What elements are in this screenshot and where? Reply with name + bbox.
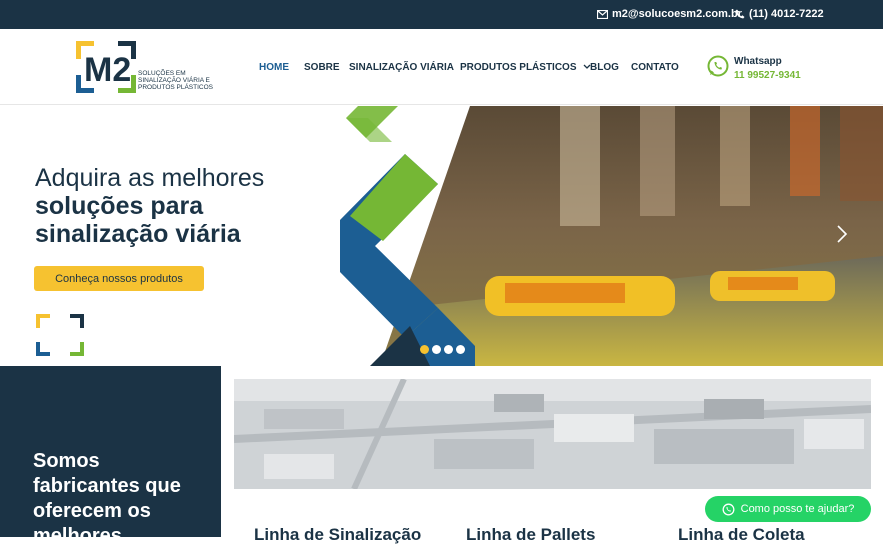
about-heading: Somos fabricantes que oferecem os melhor… bbox=[33, 450, 181, 547]
about-panel: Somos fabricantes que oferecem os melhor… bbox=[0, 366, 221, 547]
hero-title-line1: Adquira as melhores bbox=[35, 164, 265, 192]
phone-icon bbox=[735, 9, 745, 19]
nav-contato[interactable]: CONTATO bbox=[631, 62, 679, 73]
phone-text: (11) 4012-7222 bbox=[749, 8, 824, 20]
m2-logo-mark: M2 bbox=[76, 41, 136, 93]
hero-title-line3: sinalização viária bbox=[35, 220, 241, 248]
brand-frame-icon bbox=[36, 314, 84, 356]
hero-title-line2: soluções para bbox=[35, 192, 204, 220]
slider-next-arrow[interactable] bbox=[836, 224, 848, 250]
nav-sinalizacao[interactable]: SINALIZAÇÃO VIÁRIA bbox=[349, 62, 454, 73]
email-link[interactable]: m2@solucoesm2.com.br bbox=[597, 8, 742, 20]
chat-button-label: Como posso te ajudar? bbox=[740, 503, 855, 515]
site-header: M2 SOLUÇÕES EM SINALIZAÇÃO VIÁRIA E PROD… bbox=[0, 29, 883, 112]
nav-sobre[interactable]: SOBRE bbox=[304, 62, 340, 73]
email-text: m2@solucoesm2.com.br bbox=[612, 8, 742, 20]
nav-blog[interactable]: BLOG bbox=[590, 62, 619, 73]
slider-dot[interactable] bbox=[444, 345, 453, 354]
slider-dot[interactable] bbox=[420, 345, 429, 354]
site-logo[interactable]: M2 SOLUÇÕES EM SINALIZAÇÃO VIÁRIA E PROD… bbox=[76, 41, 226, 93]
nav-home[interactable]: HOME bbox=[259, 62, 289, 73]
factory-illustration bbox=[234, 379, 871, 489]
whatsapp-chat-button[interactable]: Como posso te ajudar? bbox=[705, 496, 871, 522]
slider-dot[interactable] bbox=[432, 345, 441, 354]
factory-aerial-image bbox=[234, 379, 871, 489]
whatsapp-icon bbox=[722, 503, 735, 515]
product-line-pallets[interactable]: Linha de Pallets bbox=[466, 525, 595, 545]
product-line-coleta[interactable]: Linha de Coleta bbox=[678, 525, 805, 545]
slider-dots bbox=[420, 345, 465, 354]
logo-letter: M2 bbox=[84, 51, 131, 89]
hero-slider: Adquira as melhores soluções para sinali… bbox=[0, 106, 883, 366]
product-line-sinalizacao[interactable]: Linha de Sinalização bbox=[254, 525, 421, 545]
whatsapp-title: Whatsapp bbox=[734, 56, 782, 67]
whatsapp-icon bbox=[707, 55, 729, 77]
logo-tagline: SOLUÇÕES EM SINALIZAÇÃO VIÁRIA E PRODUTO… bbox=[138, 70, 214, 91]
nav-produtos[interactable]: PRODUTOS PLÁSTICOS bbox=[460, 62, 591, 73]
nav-produtos-label: PRODUTOS PLÁSTICOS bbox=[460, 62, 577, 73]
whatsapp-number: 11 99527-9341 bbox=[734, 70, 801, 81]
products-cta-button[interactable]: Conheça nossos produtos bbox=[34, 266, 204, 291]
top-bar: m2@solucoesm2.com.br (11) 4012-7222 bbox=[0, 0, 883, 29]
chevron-right-icon bbox=[837, 225, 848, 243]
envelope-icon bbox=[597, 9, 608, 19]
slider-dot[interactable] bbox=[456, 345, 465, 354]
phone-link[interactable]: (11) 4012-7222 bbox=[735, 8, 824, 20]
